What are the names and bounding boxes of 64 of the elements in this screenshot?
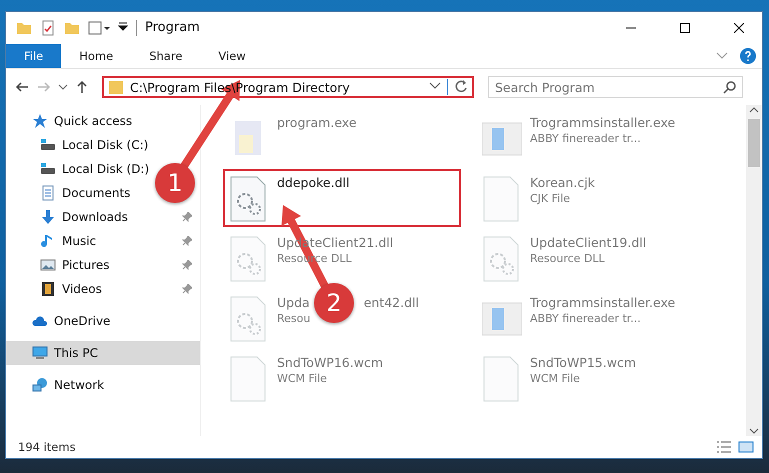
pin-icon xyxy=(182,260,192,270)
sidebar-item[interactable]: Pictures xyxy=(62,258,110,272)
pin-icon xyxy=(182,236,192,246)
folder-icon xyxy=(16,20,32,36)
pin-icon xyxy=(182,212,192,222)
file-name[interactable]: UpdateClient19.dll xyxy=(530,235,646,250)
file-type: ABBY finereader tr... xyxy=(530,132,641,145)
pin-icon xyxy=(182,284,192,294)
file-name[interactable]: Upda xyxy=(277,295,310,310)
ribbon-tab[interactable]: Home xyxy=(61,44,132,68)
ribbon-tab[interactable]: Share xyxy=(131,44,200,68)
drive-icon xyxy=(40,161,56,177)
folder-icon xyxy=(108,79,124,95)
new-folder-icon xyxy=(64,20,80,36)
document-icon xyxy=(40,185,56,201)
sidebar-item[interactable]: OneDrive xyxy=(6,309,200,333)
sidebar-item[interactable]: Downloads xyxy=(62,210,128,224)
file-type: ABBY finereader tr... xyxy=(530,312,641,325)
download-icon xyxy=(40,209,56,225)
sidebar-item[interactable]: Local Disk (D:) xyxy=(62,162,150,176)
monitor-icon xyxy=(32,345,48,361)
file-type: WCM File xyxy=(277,372,327,385)
file-name[interactable]: SndToWP15.wcm xyxy=(530,355,636,370)
file-name[interactable]: Trogrammsinstaller.exe xyxy=(530,295,676,310)
star-icon xyxy=(32,113,48,129)
properties-icon xyxy=(40,20,56,36)
network-icon xyxy=(32,377,48,393)
scroll-down-icon xyxy=(749,426,759,436)
file-menu-tab[interactable]: File xyxy=(6,44,62,68)
maximize-icon xyxy=(680,23,690,33)
sidebar-item[interactable]: Network xyxy=(6,373,200,397)
scrollbar[interactable] xyxy=(746,105,762,436)
file-name[interactable]: Trogrammsinstaller.exe xyxy=(530,115,676,130)
sidebar-item[interactable]: Documents xyxy=(62,186,130,200)
pictures-icon xyxy=(40,257,56,273)
file-name[interactable]: SndToWP16.wcm xyxy=(277,355,383,370)
window-title: Program xyxy=(136,20,200,36)
file-type: CJK File xyxy=(530,192,570,205)
details-view-icon xyxy=(716,439,732,455)
search-icon xyxy=(723,80,737,96)
item-count: 194 items xyxy=(18,440,76,454)
refresh-icon xyxy=(454,79,468,95)
file-name[interactable]: Korean.cjk xyxy=(530,175,595,190)
ribbon-tab[interactable]: View xyxy=(200,44,264,68)
help-icon xyxy=(740,48,756,64)
sidebar-item[interactable]: Quick access xyxy=(6,109,200,133)
file-type: Resource DLL xyxy=(530,252,605,265)
view-options-icon xyxy=(88,20,110,36)
large-icons-view-icon xyxy=(738,439,754,455)
sidebar-item[interactable]: Videos xyxy=(62,282,102,296)
sidebar-item[interactable]: This PC xyxy=(6,341,200,365)
close-icon xyxy=(734,23,744,33)
sidebar-item[interactable]: Local Disk (C:) xyxy=(62,138,148,152)
file-name[interactable]: ddepoke.dll xyxy=(277,175,350,190)
scroll-up-icon xyxy=(749,105,759,115)
scrollbar-thumb[interactable] xyxy=(748,119,760,167)
drive-icon xyxy=(40,137,56,153)
sidebar-item[interactable]: Music xyxy=(62,234,96,248)
file-name[interactable]: ent42.dll xyxy=(364,295,419,310)
film-icon xyxy=(40,281,56,297)
file-type: WCM File xyxy=(530,372,580,385)
file-name[interactable]: program.exe xyxy=(277,115,357,130)
search-field[interactable]: Search Program xyxy=(488,76,743,98)
file-type: Resou xyxy=(277,312,310,325)
